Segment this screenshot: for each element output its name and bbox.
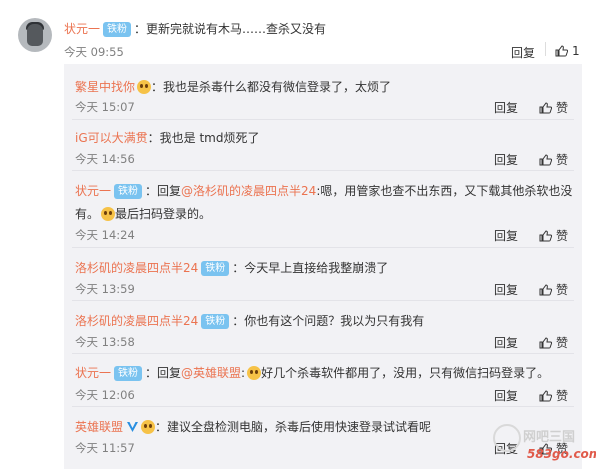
main-comment: 状元一 铁粉 ：更新完就说有木马……查杀又没有 今天 09:55 回复 1: [0, 0, 596, 64]
divider: [545, 42, 546, 56]
watermark-logo-icon: [493, 424, 521, 452]
thumbs-up-icon: [539, 284, 552, 296]
divider: [72, 300, 574, 301]
like-label: 赞: [556, 283, 569, 297]
reply-time: 今天 14:24: [75, 228, 135, 242]
like-button[interactable]: 赞: [539, 151, 568, 168]
verified-v-icon: [127, 422, 139, 432]
like-button[interactable]: 赞: [539, 334, 568, 351]
thumbs-up-icon: [555, 45, 568, 57]
like-button[interactable]: 赞: [539, 387, 568, 404]
emoji-badge-icon: [137, 80, 152, 94]
reply-button[interactable]: 回复: [494, 151, 518, 168]
reply-button[interactable]: 回复: [494, 334, 518, 351]
reply-username[interactable]: 英雄联盟: [75, 420, 123, 434]
reply-prefix: ：回复: [145, 366, 182, 380]
reply-username[interactable]: iG可以大满贯: [75, 131, 148, 145]
like-button[interactable]: 赞: [539, 99, 568, 116]
like-button[interactable]: 1: [555, 44, 580, 58]
reply-separator: :: [241, 366, 246, 380]
reply-time: 今天 13:59: [75, 282, 135, 296]
reply-prefix: ：回复: [145, 184, 182, 198]
emoji-icon: [247, 366, 262, 380]
reply-time: 今天 11:57: [75, 441, 135, 455]
fan-badge[interactable]: 铁粉: [201, 314, 230, 329]
like-label: 赞: [556, 336, 569, 350]
comment-text: ：更新完就说有木马……查杀又没有: [134, 22, 327, 36]
emoji-badge-icon: [141, 420, 156, 434]
thumbs-up-icon: [539, 102, 552, 114]
divider: [72, 170, 574, 171]
like-button[interactable]: 赞: [539, 281, 568, 298]
reply-text: ：你也有这个问题？我以为只有我有: [232, 314, 425, 328]
divider: [72, 406, 574, 407]
reply-username[interactable]: 繁星中找你: [75, 80, 135, 94]
thumbs-up-icon: [539, 154, 552, 166]
like-label: 赞: [556, 101, 569, 115]
reply-text: ：我也是 tmd烦死了: [147, 131, 260, 145]
reply-text: 好几个杀毒软件都用了，没用，只有微信扫码登录了。: [261, 366, 550, 380]
reply-text: ：我也是杀毒什么都没有微信登录了，太烦了: [151, 80, 392, 94]
reply-text: :嗯，用管家也查不出东西，又下载其他杀软也没: [316, 184, 573, 198]
reply-button[interactable]: 回复: [494, 99, 518, 116]
comment-username[interactable]: 状元一: [64, 22, 100, 36]
thumbs-up-icon: [539, 390, 552, 402]
mention-link[interactable]: @英雄联盟: [181, 366, 241, 380]
fan-badge[interactable]: 铁粉: [114, 366, 143, 381]
emoji-icon: [101, 207, 116, 221]
reply-time: 今天 15:07: [75, 100, 135, 114]
reply-username[interactable]: 状元一: [75, 184, 111, 198]
reply-time: 今天 14:56: [75, 152, 135, 166]
reply-username[interactable]: 洛杉矶的凌晨四点半24: [75, 261, 198, 275]
reply-text: ：建议全盘检测电脑，杀毒后使用快速登录试试看呢: [155, 420, 432, 434]
reply-username[interactable]: 洛杉矶的凌晨四点半24: [75, 314, 198, 328]
like-label: 赞: [556, 229, 569, 243]
watermark-url: 583go.com: [527, 447, 596, 461]
reply-text-continued: 有。: [75, 207, 100, 221]
like-count: 1: [572, 44, 580, 58]
avatar[interactable]: [18, 18, 52, 52]
reply-time: 今天 13:58: [75, 335, 135, 349]
like-label: 赞: [556, 389, 569, 403]
reply-list: 繁星中找你 ：我也是杀毒什么都没有微信登录了，太烦了 今天 15:07 回复 赞 …: [64, 64, 582, 469]
mention-link[interactable]: @洛杉矶的凌晨四点半24: [181, 184, 316, 198]
site-watermark: 网吧三国 583go.com: [491, 420, 596, 466]
reply-button[interactable]: 回复: [494, 227, 518, 244]
fan-badge[interactable]: 铁粉: [103, 22, 132, 37]
reply-username[interactable]: 状元一: [75, 366, 111, 380]
reply-text: ：今天早上直接给我整崩溃了: [232, 261, 389, 275]
like-label: 赞: [556, 153, 569, 167]
comment-time: 今天 09:55: [64, 45, 124, 59]
thumbs-up-icon: [539, 230, 552, 242]
reply-text-continued: 最后扫码登录的。: [115, 207, 212, 221]
fan-badge[interactable]: 铁粉: [201, 261, 230, 276]
watermark-text: 网吧三国: [523, 430, 576, 445]
thumbs-up-icon: [539, 337, 552, 349]
divider: [72, 247, 574, 248]
reply-button[interactable]: 回复: [494, 281, 518, 298]
fan-badge[interactable]: 铁粉: [114, 184, 143, 199]
divider: [72, 353, 574, 354]
like-button[interactable]: 赞: [539, 227, 568, 244]
divider: [72, 119, 574, 120]
reply-button[interactable]: 回复: [511, 44, 535, 61]
reply-button[interactable]: 回复: [494, 387, 518, 404]
reply-time: 今天 12:06: [75, 388, 135, 402]
